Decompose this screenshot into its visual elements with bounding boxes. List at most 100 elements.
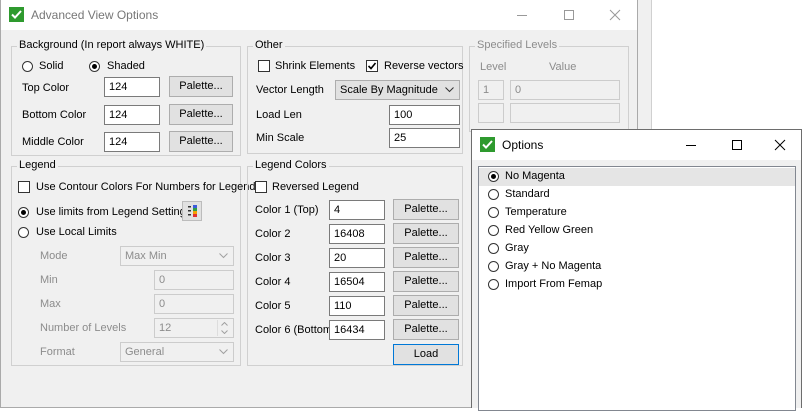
option-label: Gray — [505, 242, 529, 254]
legend-settings-button[interactable] — [182, 201, 202, 221]
level-2-value-field[interactable] — [510, 103, 620, 123]
min-scale-field[interactable]: 25 — [389, 128, 460, 148]
levels-spin-buttons[interactable] — [217, 320, 232, 336]
option-radio[interactable] — [488, 207, 499, 218]
solid-label: Solid — [39, 60, 64, 72]
options-title-bar[interactable]: Options — [472, 130, 801, 160]
bottom-color-palette-button[interactable]: Palette... — [169, 104, 233, 125]
level-header: Level — [480, 61, 507, 73]
green-check-icon — [480, 137, 495, 152]
top-color-palette-button[interactable]: Palette... — [169, 76, 233, 97]
color-3-palette-button[interactable]: Palette... — [393, 247, 459, 268]
legend-group: Legend Use Contour Colors For Numbers fo… — [11, 159, 255, 366]
chevron-down-icon — [219, 349, 228, 355]
bottom-color-field[interactable]: 124 — [104, 105, 160, 125]
color-1-palette-button[interactable]: Palette... — [393, 199, 459, 220]
shrink-elements-checkbox[interactable] — [258, 60, 270, 72]
color-2-palette-button[interactable]: Palette... — [393, 223, 459, 244]
close-button[interactable] — [592, 0, 638, 30]
options-minimize-button[interactable] — [668, 130, 714, 160]
reversed-legend-checkbox[interactable] — [255, 181, 267, 193]
color-6-label: Color 6 (Bottom) — [255, 324, 336, 336]
color-3-field[interactable]: 20 — [329, 248, 385, 268]
color-6-field[interactable]: 16434 — [329, 320, 385, 340]
contour-colors-label: Use Contour Colors For Numbers for Legen… — [36, 181, 256, 193]
option-temperature[interactable]: Temperature — [479, 204, 795, 222]
minimize-button[interactable] — [499, 0, 545, 30]
max-field[interactable]: 0 — [154, 294, 234, 314]
color-5-palette-button[interactable]: Palette... — [393, 295, 459, 316]
option-label: Gray + No Magenta — [505, 260, 602, 272]
color-5-field[interactable]: 110 — [329, 296, 385, 316]
middle-color-palette-button[interactable]: Palette... — [169, 131, 233, 152]
level-2-field[interactable] — [478, 103, 504, 123]
check-mark-icon — [367, 62, 377, 70]
solid-radio[interactable] — [22, 61, 33, 72]
format-label: Format — [40, 346, 75, 358]
format-combo[interactable]: General — [120, 342, 234, 362]
mode-value: Max Min — [125, 250, 167, 262]
local-limits-radio[interactable] — [18, 227, 29, 238]
option-radio[interactable] — [488, 261, 499, 272]
maximize-button[interactable] — [546, 0, 592, 30]
limits-from-settings-radio[interactable] — [18, 207, 29, 218]
middle-color-label: Middle Color — [22, 136, 84, 148]
color-4-field[interactable]: 16504 — [329, 272, 385, 292]
spin-up-icon — [221, 322, 228, 326]
option-radio[interactable] — [488, 189, 499, 200]
color-2-field[interactable]: 16408 — [329, 224, 385, 244]
number-of-levels-label: Number of Levels — [40, 322, 127, 334]
option-label: Import From Femap — [505, 278, 603, 290]
shaded-label: Shaded — [107, 60, 145, 72]
format-value: General — [125, 346, 165, 358]
maximize-icon — [564, 10, 574, 20]
option-radio[interactable] — [488, 243, 499, 254]
option-gray-no-magenta[interactable]: Gray + No Magenta — [479, 258, 795, 276]
min-field[interactable]: 0 — [154, 270, 234, 290]
specified-levels-group: Specified Levels Level Value 1 0 — [469, 39, 629, 132]
contour-colors-checkbox[interactable] — [18, 181, 30, 193]
options-title: Options — [502, 138, 544, 152]
option-gray[interactable]: Gray — [479, 240, 795, 258]
background-group: Background (In report always WHITE) Soli… — [11, 39, 241, 156]
option-label: Standard — [505, 188, 550, 200]
load-len-field[interactable]: 100 — [389, 105, 460, 125]
options-list: No Magenta Standard Temperature Red Yell… — [478, 166, 796, 411]
green-check-icon — [9, 7, 24, 22]
option-import-from-femap[interactable]: Import From Femap — [479, 276, 795, 294]
close-icon — [609, 9, 621, 21]
option-radio[interactable] — [488, 225, 499, 236]
level-1-value-field[interactable]: 0 — [510, 80, 620, 100]
option-radio[interactable] — [488, 171, 499, 182]
options-close-button[interactable] — [757, 130, 802, 160]
other-group-label: Other — [253, 39, 285, 51]
load-button[interactable]: Load — [393, 344, 459, 365]
color-2-label: Color 2 — [255, 228, 291, 240]
color-1-field[interactable]: 4 — [329, 200, 385, 220]
local-limits-label: Use Local Limits — [36, 226, 117, 238]
middle-color-field[interactable]: 124 — [104, 132, 160, 152]
shaded-radio[interactable] — [89, 61, 100, 72]
bottom-color-label: Bottom Color — [22, 109, 87, 121]
color-4-palette-button[interactable]: Palette... — [393, 271, 459, 292]
option-radio[interactable] — [488, 279, 499, 290]
option-red-yellow-green[interactable]: Red Yellow Green — [479, 222, 795, 240]
vector-length-value: Scale By Magnitude — [340, 84, 438, 96]
shrink-elements-label: Shrink Elements — [275, 60, 356, 72]
top-color-field[interactable]: 124 — [104, 77, 160, 97]
vector-length-combo[interactable]: Scale By Magnitude — [335, 80, 460, 100]
minimize-icon — [686, 145, 696, 146]
value-header: Value — [549, 61, 577, 73]
title-bar[interactable]: Advanced View Options — [1, 0, 637, 30]
level-1-field[interactable]: 1 — [478, 80, 504, 100]
number-of-levels-stepper[interactable]: 12 — [154, 318, 234, 338]
options-maximize-button[interactable] — [714, 130, 760, 160]
option-label: No Magenta — [505, 170, 565, 182]
reverse-vectors-checkbox[interactable] — [366, 60, 378, 72]
option-no-magenta[interactable]: No Magenta — [479, 168, 795, 186]
color-3-label: Color 3 — [255, 252, 291, 264]
color-6-palette-button[interactable]: Palette... — [393, 319, 459, 340]
mode-combo[interactable]: Max Min — [120, 246, 234, 266]
option-standard[interactable]: Standard — [479, 186, 795, 204]
min-scale-label: Min Scale — [256, 132, 305, 144]
